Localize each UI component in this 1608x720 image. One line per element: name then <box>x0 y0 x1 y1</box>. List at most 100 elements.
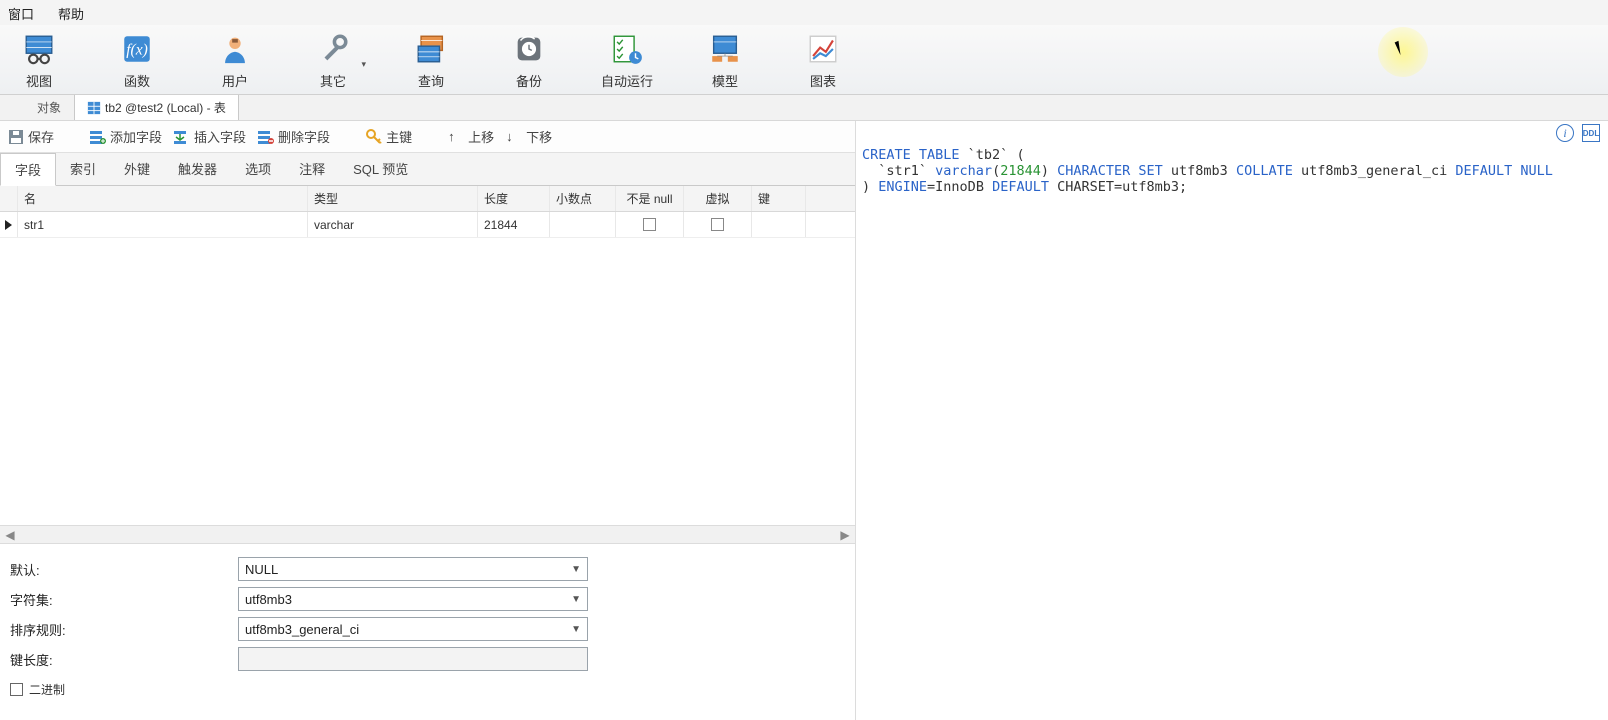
ribbon-model-label: 模型 <box>712 71 738 90</box>
prop-charset-value: utf8mb3 <box>245 592 292 607</box>
ribbon-model[interactable]: 模型 <box>690 31 760 90</box>
prop-default-select[interactable]: NULL ▼ <box>238 557 588 581</box>
cell-name[interactable]: str1 <box>18 212 308 237</box>
delete-field-button[interactable]: 删除字段 <box>258 127 330 146</box>
user-icon <box>217 31 253 67</box>
ribbon-function[interactable]: f(x) 函数 <box>102 31 172 90</box>
cell-type[interactable]: varchar <box>308 212 478 237</box>
delete-field-label: 删除字段 <box>278 127 330 146</box>
prop-collate-label: 排序规则: <box>10 620 230 639</box>
svg-text:f(x): f(x) <box>126 42 148 59</box>
prop-collate-value: utf8mb3_general_ci <box>245 622 359 637</box>
col-name[interactable]: 名 <box>18 186 308 211</box>
row-delete-icon <box>258 129 274 145</box>
horizontal-scrollbar[interactable]: ◀ ▶ <box>0 525 855 543</box>
document-tabs: 对象 tb2 @test2 (Local) - 表 <box>0 95 1608 121</box>
grid-header: 名 类型 长度 小数点 不是 null 虚拟 键 <box>0 186 855 212</box>
sql-pane-header: i DDL <box>856 121 1608 145</box>
move-up-label: 上移 <box>468 127 494 146</box>
tab-objects-label: 对象 <box>37 99 61 116</box>
chevron-down-icon: ▼ <box>571 594 581 605</box>
query-table-icon <box>413 31 449 67</box>
menu-help[interactable]: 帮助 <box>58 4 84 23</box>
prop-keylen-label: 键长度: <box>10 650 230 669</box>
cell-length[interactable]: 21844 <box>478 212 550 237</box>
prop-charset-label: 字符集: <box>10 590 230 609</box>
menu-window[interactable]: 窗口 <box>8 4 34 23</box>
col-virtual[interactable]: 虚拟 <box>684 186 752 211</box>
key-icon <box>366 129 382 145</box>
cell-notnull[interactable] <box>616 212 684 237</box>
col-key[interactable]: 键 <box>752 186 806 211</box>
table-row[interactable]: str1 varchar 21844 <box>0 212 855 238</box>
ribbon-backup[interactable]: 备份 <box>494 31 564 90</box>
sql-text[interactable]: CREATE TABLE `tb2` ( `str1` varchar(2184… <box>856 145 1608 720</box>
move-up-button[interactable]: ↑ 上移 <box>448 127 494 146</box>
insert-field-label: 插入字段 <box>194 127 246 146</box>
designer-subtabs: 字段 索引 外键 触发器 选项 注释 SQL 预览 <box>0 153 855 186</box>
scroll-left-icon[interactable]: ◀ <box>4 529 16 541</box>
table-designer-pane: 保存 添加字段 插入字段 删除字段 <box>0 121 856 720</box>
fx-icon: f(x) <box>119 31 155 67</box>
col-type[interactable]: 类型 <box>308 186 478 211</box>
cell-virtual[interactable] <box>684 212 752 237</box>
chevron-down-icon: ▼ <box>571 624 581 635</box>
tab-table-editor-label: tb2 @test2 (Local) - 表 <box>105 99 226 116</box>
col-notnull[interactable]: 不是 null <box>616 186 684 211</box>
checkbox-icon[interactable] <box>643 218 656 231</box>
ribbon-function-label: 函数 <box>124 71 150 90</box>
ribbon-backup-label: 备份 <box>516 71 542 90</box>
ribbon-view[interactable]: 视图 <box>4 31 74 90</box>
prop-keylen-input[interactable] <box>238 647 588 671</box>
ribbon-auto[interactable]: 自动运行 <box>592 31 662 90</box>
insert-field-button[interactable]: 插入字段 <box>174 127 246 146</box>
scroll-right-icon[interactable]: ▶ <box>839 529 851 541</box>
checkbox-icon[interactable] <box>711 218 724 231</box>
subtab-triggers[interactable]: 触发器 <box>164 153 231 185</box>
subtab-fk[interactable]: 外键 <box>110 153 164 185</box>
field-toolbar: 保存 添加字段 插入字段 删除字段 <box>0 121 855 153</box>
tab-table-editor[interactable]: tb2 @test2 (Local) - 表 <box>74 94 239 120</box>
save-button[interactable]: 保存 <box>8 127 54 146</box>
col-decimals[interactable]: 小数点 <box>550 186 616 211</box>
ribbon-other[interactable]: 其它 ▾ <box>298 31 368 90</box>
prop-binary-checkbox[interactable]: 二进制 <box>10 681 65 698</box>
ribbon-query[interactable]: 查询 <box>396 31 466 90</box>
row-insert-icon <box>174 129 190 145</box>
primary-key-button[interactable]: 主键 <box>366 127 412 146</box>
main-split: 保存 添加字段 插入字段 删除字段 <box>0 121 1608 720</box>
subtab-indexes[interactable]: 索引 <box>56 153 110 185</box>
row-pointer-icon <box>5 220 12 230</box>
ribbon-auto-label: 自动运行 <box>601 71 653 90</box>
cell-decimals[interactable] <box>550 212 616 237</box>
checklist-clock-icon <box>609 31 645 67</box>
ribbon-toolbar: 视图 f(x) 函数 用户 其它 ▾ 查询 备份 自动运行 <box>0 25 1608 95</box>
move-down-button[interactable]: ↓ 下移 <box>506 127 552 146</box>
info-icon[interactable]: i <box>1556 124 1574 142</box>
ddl-icon[interactable]: DDL <box>1582 124 1600 142</box>
prop-charset-select[interactable]: utf8mb3 ▼ <box>238 587 588 611</box>
ribbon-user[interactable]: 用户 <box>200 31 270 90</box>
prop-collate-select[interactable]: utf8mb3_general_ci ▼ <box>238 617 588 641</box>
add-field-button[interactable]: 添加字段 <box>90 127 162 146</box>
clock-refresh-icon <box>511 31 547 67</box>
chevron-down-icon: ▾ <box>361 59 366 70</box>
subtab-fields[interactable]: 字段 <box>0 153 56 186</box>
sql-preview-pane: i DDL CREATE TABLE `tb2` ( `str1` varcha… <box>856 121 1608 720</box>
cell-key[interactable] <box>752 212 806 237</box>
ribbon-query-label: 查询 <box>418 71 444 90</box>
subtab-comment[interactable]: 注释 <box>285 153 339 185</box>
ribbon-chart[interactable]: 图表 <box>788 31 858 90</box>
cursor-highlight <box>1378 27 1428 77</box>
subtab-sqlpreview[interactable]: SQL 预览 <box>339 153 422 185</box>
checkbox-icon[interactable] <box>10 683 23 696</box>
ribbon-chart-label: 图表 <box>810 71 836 90</box>
table-glasses-icon <box>21 31 57 67</box>
ribbon-other-label: 其它 <box>320 71 346 90</box>
subtab-options[interactable]: 选项 <box>231 153 285 185</box>
table-icon <box>87 101 101 115</box>
chart-line-icon <box>805 31 841 67</box>
tab-objects[interactable]: 对象 <box>24 94 74 120</box>
ribbon-view-label: 视图 <box>26 71 52 90</box>
col-length[interactable]: 长度 <box>478 186 550 211</box>
